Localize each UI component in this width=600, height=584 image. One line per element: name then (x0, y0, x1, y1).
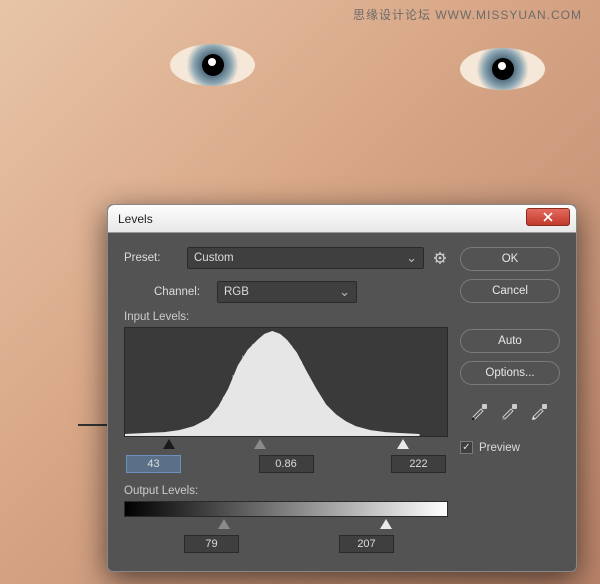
gear-icon (432, 250, 448, 266)
black-point-eyedropper[interactable] (469, 399, 491, 421)
auto-button[interactable]: Auto (460, 329, 560, 353)
levels-dialog: Levels Preset: Custom Channel: RGB Input… (107, 204, 577, 572)
channel-select[interactable]: RGB (217, 281, 357, 303)
dialog-title: Levels (118, 212, 153, 226)
input-midtone-slider[interactable] (254, 439, 266, 449)
channel-label: Channel: (154, 286, 209, 298)
white-point-eyedropper[interactable] (529, 399, 551, 421)
input-shadow-slider[interactable] (163, 439, 175, 449)
preset-select[interactable]: Custom (187, 247, 424, 269)
cancel-button[interactable]: Cancel (460, 279, 560, 303)
output-highlight-field[interactable]: 207 (339, 535, 394, 553)
gray-point-eyedropper[interactable] (499, 399, 521, 421)
options-button[interactable]: Options... (460, 361, 560, 385)
ok-button[interactable]: OK (460, 247, 560, 271)
preview-label: Preview (479, 442, 520, 454)
histogram (124, 327, 448, 437)
watermark-text: 思缘设计论坛 WWW.MISSYUAN.COM (353, 6, 582, 23)
eyedropper-group (460, 399, 560, 421)
output-shadow-field[interactable]: 79 (184, 535, 239, 553)
dialog-titlebar[interactable]: Levels (108, 205, 576, 233)
input-midtone-field[interactable]: 0.86 (259, 455, 314, 473)
preset-label: Preset: (124, 252, 179, 264)
eyedropper-icon (529, 399, 551, 421)
input-highlight-slider[interactable] (397, 439, 409, 449)
photo-eye-right (460, 48, 545, 90)
photo-eye-left (170, 44, 255, 86)
input-shadow-field[interactable]: 43 (126, 455, 181, 473)
output-shadow-slider[interactable] (218, 519, 230, 529)
output-levels-label: Output Levels: (124, 485, 448, 497)
close-button[interactable] (526, 208, 570, 226)
eyedropper-icon (499, 399, 521, 421)
preview-checkbox[interactable]: ✓ (460, 441, 473, 454)
input-levels-label: Input Levels: (124, 311, 448, 323)
output-slider-track (124, 519, 448, 531)
input-slider-track (124, 439, 448, 451)
preset-menu-button[interactable] (432, 250, 448, 266)
input-highlight-field[interactable]: 222 (391, 455, 446, 473)
output-gradient (124, 501, 448, 517)
output-highlight-slider[interactable] (380, 519, 392, 529)
eyedropper-icon (469, 399, 491, 421)
close-icon (543, 212, 553, 222)
histogram-graph (125, 328, 420, 436)
